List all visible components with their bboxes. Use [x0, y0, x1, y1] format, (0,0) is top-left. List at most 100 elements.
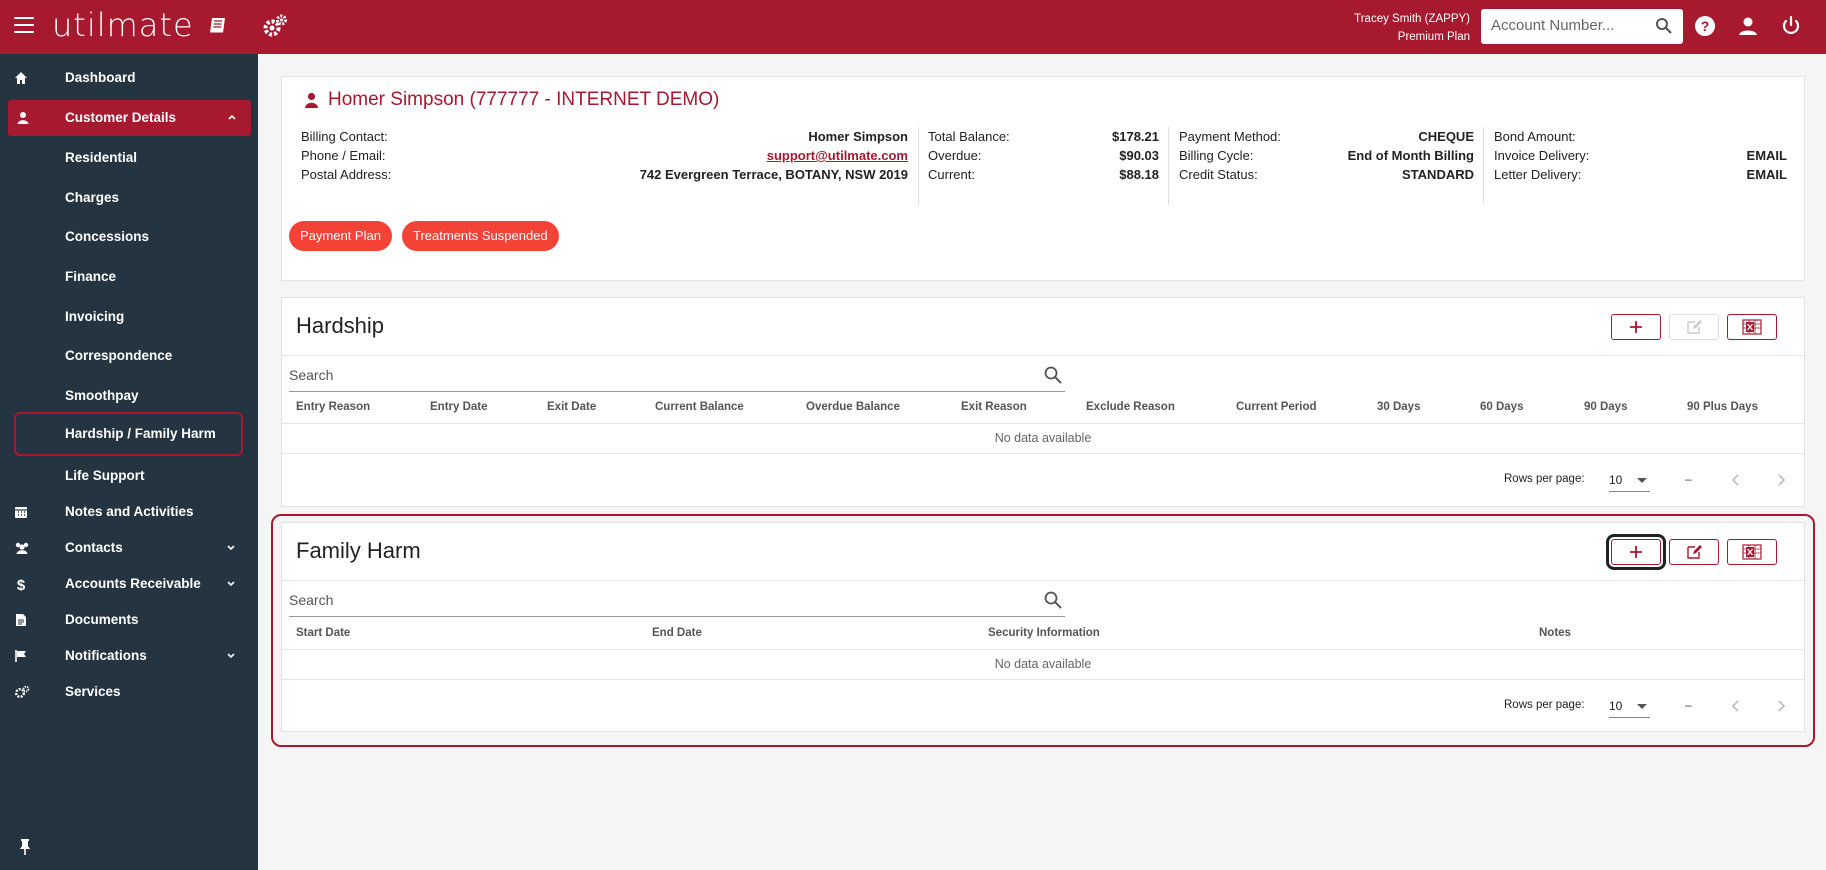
column-header[interactable]: Overdue Balance — [806, 401, 900, 413]
sidebar-subitem-correspondence[interactable]: Correspondence — [0, 338, 258, 374]
hardship-search-input[interactable] — [289, 367, 989, 383]
sidebar-item-customer-details[interactable]: Customer Details — [8, 100, 251, 136]
book-icon[interactable] — [207, 15, 229, 37]
sidebar-subitem-label: Charges — [65, 190, 120, 205]
info-row: Bond Amount: — [1494, 127, 1787, 146]
info-row: Payment Method: CHEQUE — [1179, 127, 1474, 146]
sidebar-subitem-residential[interactable]: Residential — [0, 140, 258, 176]
pin-icon[interactable] — [18, 838, 32, 856]
prev-page-icon[interactable] — [1729, 473, 1743, 487]
column-header[interactable]: Exclude Reason — [1086, 401, 1175, 413]
sidebar-subitem-smoothpay[interactable]: Smoothpay — [0, 378, 258, 414]
edit-icon — [1687, 320, 1702, 334]
payment-plan-chip[interactable]: Payment Plan — [289, 221, 392, 251]
column-header[interactable]: Entry Reason — [296, 401, 370, 413]
sidebar-subitem-hardship-family-harm[interactable]: Hardship / Family Harm — [14, 412, 243, 456]
column-header[interactable]: 30 Days — [1377, 401, 1420, 413]
email-link[interactable]: support@utilmate.com — [767, 146, 908, 165]
gears-icon — [15, 685, 30, 698]
add-hardship-button[interactable] — [1611, 314, 1661, 340]
export-excel-hardship-button[interactable] — [1727, 314, 1777, 340]
info-key: Billing Cycle: — [1179, 148, 1254, 163]
search-icon[interactable] — [1655, 17, 1673, 35]
user-name: Tracey Smith (ZAPPY) — [1354, 13, 1470, 25]
info-value: End of Month Billing — [1347, 148, 1474, 163]
account-search[interactable] — [1481, 9, 1683, 44]
divider — [918, 127, 919, 205]
info-key: Total Balance: — [928, 129, 1010, 144]
top-bar: utilmate Tracey Smith (ZAPPY) Premium Pl… — [0, 0, 1826, 54]
column-header[interactable]: Exit Date — [547, 401, 596, 413]
dropdown-arrow-icon — [1637, 478, 1647, 483]
sidebar-subitem-life-support[interactable]: Life Support — [0, 458, 258, 494]
sidebar-item-accounts-receivable[interactable]: $ Accounts Receivable — [0, 566, 258, 602]
user-info: Tracey Smith (ZAPPY) Premium Plan — [1354, 10, 1470, 46]
info-key: Credit Status: — [1179, 167, 1258, 182]
calendar-icon — [15, 507, 27, 518]
svg-text:$: $ — [17, 577, 26, 591]
sidebar-item-notifications[interactable]: Notifications — [0, 638, 258, 674]
divider — [1483, 127, 1484, 205]
column-header[interactable]: Current Balance — [655, 401, 744, 413]
rows-per-page-select[interactable]: 10 — [1609, 470, 1650, 492]
flag-icon — [15, 650, 26, 662]
empty-message: No data available — [994, 431, 1092, 445]
info-column-delivery: Bond Amount: Invoice Delivery: EMAIL Lett… — [1494, 127, 1787, 184]
sidebar-subitem-label: Concessions — [65, 229, 150, 244]
app-logo[interactable]: utilmate — [52, 6, 194, 44]
hardship-title: Hardship — [296, 313, 385, 338]
column-header[interactable]: 60 Days — [1480, 401, 1523, 413]
search-icon[interactable] — [1043, 365, 1063, 385]
treatments-suspended-chip[interactable]: Treatments Suspended — [402, 221, 559, 251]
family-harm-highlight — [271, 514, 1815, 747]
info-value: Homer Simpson — [808, 129, 908, 144]
sidebar-subitem-label: Residential — [65, 150, 138, 165]
info-row: Total Balance: $178.21 — [928, 127, 1159, 146]
sidebar: Dashboard Customer Details Residential C… — [0, 54, 258, 870]
sidebar-subitem-charges[interactable]: Charges — [0, 180, 258, 216]
sidebar-item-label: Customer Details — [65, 110, 177, 125]
account-icon[interactable] — [1737, 15, 1759, 37]
help-icon[interactable]: ? — [1694, 15, 1716, 37]
column-header[interactable]: Current Period — [1236, 401, 1317, 413]
column-header[interactable]: 90 Plus Days — [1687, 401, 1758, 413]
info-row: Phone / Email: support@utilmate.com — [301, 146, 908, 165]
people-icon — [15, 542, 29, 554]
edit-hardship-button[interactable] — [1669, 314, 1719, 340]
sidebar-item-label: Accounts Receivable — [65, 576, 201, 591]
menu-icon[interactable] — [14, 17, 34, 33]
sidebar-item-contacts[interactable]: Contacts — [0, 530, 258, 566]
gears-icon[interactable] — [262, 14, 288, 38]
info-key: Bond Amount: — [1494, 129, 1576, 144]
info-row: Invoice Delivery: EMAIL — [1494, 146, 1787, 165]
excel-icon — [1742, 319, 1762, 335]
sidebar-subitem-invoicing[interactable]: Invoicing — [0, 299, 258, 335]
info-value: 742 Evergreen Terrace, BOTANY, NSW 2019 — [639, 167, 908, 182]
sidebar-item-documents[interactable]: Documents — [0, 602, 258, 638]
column-header[interactable]: Entry Date — [430, 401, 488, 413]
sidebar-item-label: Contacts — [65, 540, 123, 555]
sidebar-subitem-concessions[interactable]: Concessions — [0, 219, 258, 255]
info-value: CHEQUE — [1418, 129, 1474, 144]
next-page-icon[interactable] — [1774, 473, 1788, 487]
sidebar-item-dashboard[interactable]: Dashboard — [0, 60, 258, 96]
hardship-search[interactable] — [289, 359, 1065, 392]
column-header[interactable]: Exit Reason — [961, 401, 1027, 413]
sidebar-item-notes-activities[interactable]: Notes and Activities — [0, 494, 258, 530]
chevron-down-icon — [227, 653, 235, 659]
sidebar-subitem-label: Finance — [65, 269, 117, 284]
dollar-icon: $ — [17, 577, 26, 591]
info-key: Letter Delivery: — [1494, 167, 1582, 182]
sidebar-subitem-label: Invoicing — [65, 309, 125, 324]
sidebar-subitem-label: Life Support — [65, 468, 145, 483]
svg-text:?: ? — [1701, 18, 1710, 34]
account-number-input[interactable] — [1491, 17, 1651, 34]
sidebar-subitem-label: Correspondence — [65, 348, 173, 363]
column-header[interactable]: 90 Days — [1584, 401, 1627, 413]
power-icon[interactable] — [1780, 15, 1802, 37]
document-icon — [16, 614, 26, 626]
sidebar-item-services[interactable]: Services — [0, 674, 258, 710]
info-value: STANDARD — [1402, 167, 1474, 182]
sidebar-subitem-finance[interactable]: Finance — [0, 259, 258, 295]
info-row: Overdue: $90.03 — [928, 146, 1159, 165]
